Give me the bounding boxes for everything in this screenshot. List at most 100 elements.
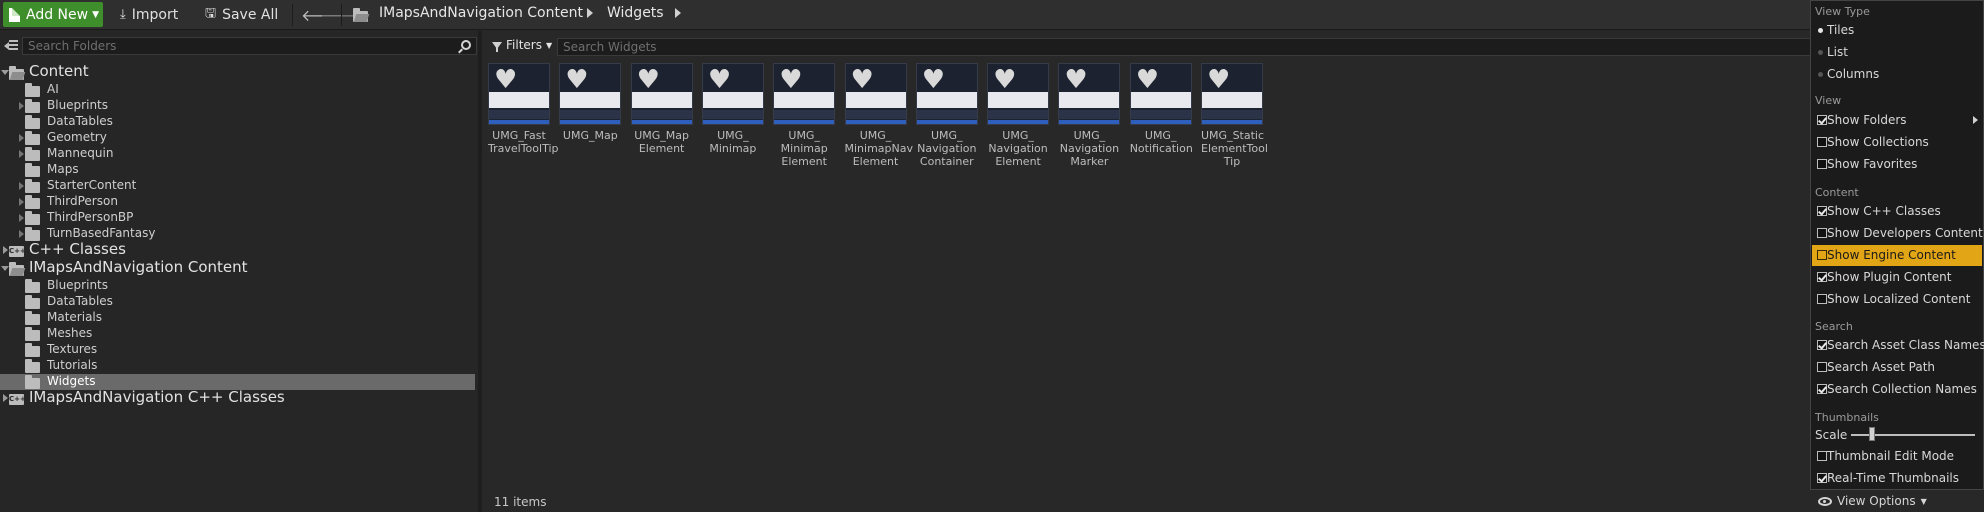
folder-icon[interactable]: [353, 8, 368, 22]
checkbox-icon[interactable]: [1817, 159, 1827, 169]
radio-icon[interactable]: [1818, 28, 1823, 33]
tree-item-maps[interactable]: Maps: [0, 162, 475, 178]
scale-slider-handle[interactable]: [1869, 427, 1876, 441]
asset-tile[interactable]: ♥ UMG_Map: [559, 63, 622, 142]
checkbox-icon[interactable]: [1817, 137, 1827, 147]
breadcrumb-arrow-icon[interactable]: [587, 8, 593, 18]
menu-item-list[interactable]: List: [1812, 42, 1982, 63]
checkbox-icon[interactable]: [1817, 362, 1827, 372]
tree-item-meshes[interactable]: Meshes: [0, 326, 475, 342]
asset-tile[interactable]: ♥ UMG_ Navigation Marker: [1058, 63, 1121, 168]
tree-item-label: Blueprints: [47, 98, 109, 112]
menu-item-show-folders[interactable]: Show Folders: [1812, 110, 1982, 131]
menu-item-show-cpp-classes[interactable]: Show C++ Classes: [1812, 201, 1982, 222]
menu-item-tiles[interactable]: Tiles: [1812, 20, 1982, 41]
breadcrumb-content[interactable]: IMapsAndNavigation Content: [379, 5, 583, 21]
collapse-panel-icon[interactable]: [4, 38, 18, 53]
menu-item-thumbnail-edit-mode[interactable]: Thumbnail Edit Mode: [1812, 446, 1982, 467]
expand-arrow-icon[interactable]: [19, 182, 24, 190]
asset-tile[interactable]: ♥ UMG_ Navigation Element: [987, 63, 1050, 168]
tree-item-label: StarterContent: [47, 178, 137, 192]
menu-item-columns[interactable]: Columns: [1812, 64, 1982, 85]
expand-arrow-icon[interactable]: [19, 134, 24, 142]
cpp-folder-icon: C++: [9, 246, 26, 257]
expand-arrow-icon[interactable]: [3, 394, 8, 402]
import-button[interactable]: ⤓ Import: [120, 2, 178, 27]
asset-tile[interactable]: ♥ UMG_ Minimap: [701, 63, 764, 155]
radio-icon[interactable]: [1818, 72, 1823, 77]
asset-tile[interactable]: ♥ UMG_Map Element: [630, 63, 693, 155]
tree-item-label: TurnBasedFantasy: [47, 226, 156, 240]
tree-item-textures[interactable]: Textures: [0, 342, 475, 358]
search-widgets-input[interactable]: [557, 38, 1984, 56]
tree-item-imapsandnavigation-content[interactable]: IMapsAndNavigation Content: [0, 258, 475, 278]
expand-arrow-icon[interactable]: [19, 102, 24, 110]
tree-item-geometry[interactable]: Geometry: [0, 130, 475, 146]
menu-item-label: Show Plugin Content: [1827, 270, 1952, 284]
tree-item-tutorials[interactable]: Tutorials: [0, 358, 475, 374]
collapse-arrow-icon[interactable]: [1, 70, 9, 75]
asset-tile[interactable]: ♥ UMG_ MinimapNav Element: [844, 63, 914, 168]
asset-tile[interactable]: ♥ UMG_ Notification: [1129, 63, 1193, 155]
checkbox-checked-icon[interactable]: [1817, 340, 1827, 350]
tree-item-mannequin[interactable]: Mannequin: [0, 146, 475, 162]
tree-item-startercontent[interactable]: StarterContent: [0, 178, 475, 194]
menu-item-label: Thumbnail Edit Mode: [1827, 449, 1955, 463]
view-options-button[interactable]: View Options ▼: [1818, 494, 1927, 508]
view-options-menu: View Type View Content Search Thumbnails…: [1810, 0, 1984, 490]
checkbox-icon[interactable]: [1817, 250, 1827, 260]
checkbox-checked-icon[interactable]: [1817, 115, 1827, 125]
tree-item-ai[interactable]: AI: [0, 82, 475, 98]
radio-icon[interactable]: [1818, 50, 1823, 55]
menu-item-search-asset-path[interactable]: Search Asset Path: [1812, 357, 1982, 378]
menu-item-label: Show Folders: [1827, 113, 1907, 127]
checkbox-checked-icon[interactable]: [1817, 272, 1827, 282]
filters-button[interactable]: Filters ▼: [492, 38, 552, 52]
expand-arrow-icon[interactable]: [19, 150, 24, 158]
checkbox-icon[interactable]: [1817, 228, 1827, 238]
asset-tile[interactable]: ♥ UMG_Static ElementTool Tip: [1201, 63, 1268, 168]
menu-item-show-favorites[interactable]: Show Favorites: [1812, 154, 1982, 175]
checkbox-checked-icon[interactable]: [1817, 384, 1827, 394]
folder-icon: [25, 83, 40, 97]
checkbox-checked-icon[interactable]: [1817, 206, 1827, 216]
search-icon[interactable]: [461, 40, 471, 50]
asset-tile[interactable]: ♥ UMG_ Navigation Container: [915, 63, 978, 168]
menu-item-show-collections[interactable]: Show Collections: [1812, 132, 1982, 153]
menu-item-show-plugin-content[interactable]: Show Plugin Content: [1812, 267, 1982, 288]
tree-item-imapsandnavigation-cpp-classes[interactable]: C++ IMapsAndNavigation C++ Classes: [0, 388, 475, 408]
breadcrumb-arrow-icon[interactable]: [675, 8, 681, 18]
menu-item-show-localized-content[interactable]: Show Localized Content: [1812, 289, 1982, 310]
add-new-button[interactable]: Add New ▼: [3, 2, 103, 27]
asset-tile[interactable]: ♥ UMG_ Minimap Element: [773, 63, 836, 168]
menu-item-show-developers-content[interactable]: Show Developers Content: [1812, 223, 1983, 244]
checkbox-icon[interactable]: [1817, 294, 1827, 304]
search-folders-input[interactable]: [22, 37, 477, 55]
tree-item-materials[interactable]: Materials: [0, 310, 475, 326]
collapse-arrow-icon[interactable]: [1, 266, 9, 271]
tree-item-blueprints[interactable]: Blueprints: [0, 278, 475, 294]
tree-item-thirdperson[interactable]: ThirdPerson: [0, 194, 475, 210]
menu-item-real-time-thumbnails[interactable]: Real-Time Thumbnails: [1812, 468, 1982, 489]
menu-item-search-collection-names[interactable]: Search Collection Names: [1812, 379, 1982, 400]
tree-item-blueprints[interactable]: Blueprints: [0, 98, 475, 114]
checkbox-checked-icon[interactable]: [1817, 473, 1827, 483]
tree-item-content[interactable]: Content: [0, 62, 475, 82]
tree-item-label: AI: [47, 82, 59, 96]
asset-name: UMG_ MinimapNav Element: [844, 129, 914, 168]
menu-item-search-asset-class-names[interactable]: Search Asset Class Names: [1812, 335, 1984, 356]
checkbox-icon[interactable]: [1817, 451, 1827, 461]
asset-tile[interactable]: ♥ UMG_Fast TravelToolTip: [488, 63, 559, 155]
expand-arrow-icon[interactable]: [19, 230, 24, 238]
tree-item-datatables[interactable]: DataTables: [0, 294, 475, 310]
save-all-button[interactable]: 🖫 Save All: [205, 2, 278, 27]
expand-arrow-icon[interactable]: [3, 246, 8, 254]
expand-arrow-icon[interactable]: [19, 214, 24, 222]
heart-icon: ♥: [921, 65, 946, 95]
expand-arrow-icon[interactable]: [19, 198, 24, 206]
heart-icon: ♥: [779, 65, 803, 95]
menu-item-show-engine-content[interactable]: Show Engine Content: [1812, 245, 1982, 266]
tree-item-thirdpersonbp[interactable]: ThirdPersonBP: [0, 210, 475, 226]
tree-item-datatables[interactable]: DataTables: [0, 114, 475, 130]
breadcrumb-widgets[interactable]: Widgets: [607, 5, 664, 21]
